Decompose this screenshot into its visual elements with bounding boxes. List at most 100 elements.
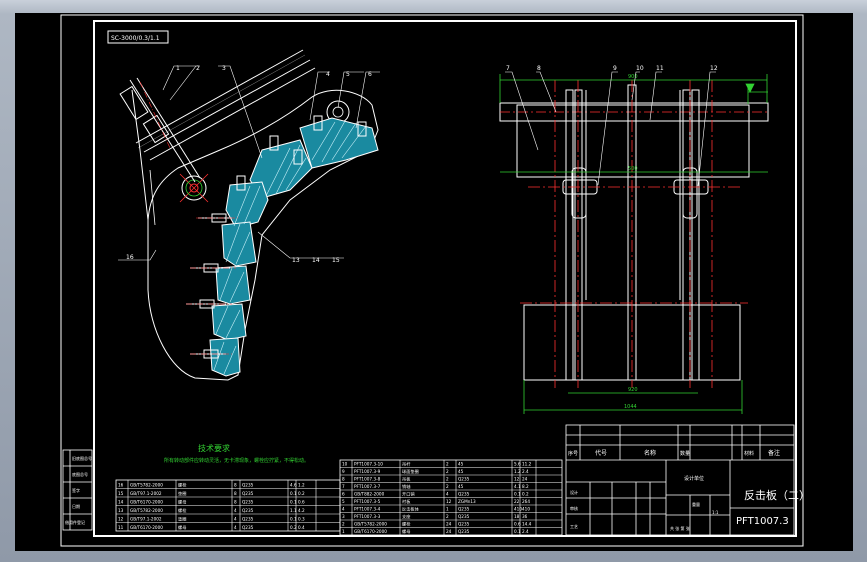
bom-cell: 410 <box>522 507 530 512</box>
bom-cell: Q235 <box>242 500 254 505</box>
drawing-canvas <box>15 13 853 551</box>
bom-cell: 0.1 <box>514 492 521 497</box>
bom-cell: 8 <box>234 500 237 505</box>
dim-bottom-outer: 1044 <box>624 404 637 410</box>
bom-cell: Q235 <box>458 507 470 512</box>
callout-4: 4 <box>326 71 330 78</box>
bom-cell: 0.6 <box>514 522 521 527</box>
bom-cell: PFT1007.3-8 <box>354 477 381 482</box>
svg-text:签字: 签字 <box>72 487 80 493</box>
bom-cell: 8 <box>342 477 345 482</box>
liner-plate <box>209 337 241 377</box>
bom-cell: GB/T6170-2000 <box>130 500 163 505</box>
bom-cell: PFT1007.3-9 <box>354 469 381 474</box>
svg-text:共 张 第 张: 共 张 第 张 <box>670 525 690 531</box>
bom-cell: Q235 <box>242 483 254 488</box>
bom-cell: 15 <box>118 491 124 496</box>
bom-cell: 6 <box>342 492 345 497</box>
bom-cell: Q235 <box>242 491 254 496</box>
notes-title: 技术要求 <box>198 443 230 453</box>
bom-cell: 2 <box>446 484 449 489</box>
bom-cell: 24 <box>446 522 452 527</box>
svg-text:备注: 备注 <box>768 449 780 457</box>
bom-cell: 0.2 <box>298 491 305 496</box>
bom-cell: Q235 <box>458 514 470 519</box>
bom-cell: 螺栓 <box>178 507 187 514</box>
bom-cell: Q235 <box>458 529 470 534</box>
bom-cell: 8 <box>234 483 237 488</box>
bom-cell: 264 <box>522 499 530 504</box>
bom-cell: 螺母 <box>178 524 186 531</box>
callout-9: 9 <box>613 65 617 72</box>
bom-cell: 0.1 <box>290 517 297 522</box>
bom-cell: 1 <box>446 507 449 512</box>
callout-16: 16 <box>126 254 134 261</box>
bom-cell: 螺栓 <box>402 521 411 528</box>
bom-cell: Q235 <box>242 508 254 513</box>
bom-cell: 0.1 <box>290 491 297 496</box>
svg-text:代号: 代号 <box>595 449 607 457</box>
bom-cell: 5 <box>342 499 345 504</box>
dim-top: 900 <box>628 74 638 80</box>
dim-bottom-inner: 920 <box>628 387 638 393</box>
notes-text: 所有转动部件应转动灵活，无卡滞现象，螺栓应拧紧，不得松动。 <box>164 457 309 464</box>
bom-cell: GB/T5782-2000 <box>130 483 163 488</box>
svg-text:数量: 数量 <box>680 450 690 457</box>
bom-cell: 4 <box>234 517 237 522</box>
callout-15: 13 <box>292 257 300 264</box>
bom-cell: 24 <box>522 477 528 482</box>
bom-cell: 1 <box>342 529 345 534</box>
bom-cell: 垫圈 <box>178 516 186 523</box>
svg-text:设计单位: 设计单位 <box>684 475 704 482</box>
callout-1: 1 <box>176 65 180 72</box>
bom-cell: 2.4 <box>522 469 529 474</box>
bom-cell: 吊板 <box>402 476 411 483</box>
bom-cell: 螺母 <box>402 528 410 535</box>
bom-cell: 4.1 <box>514 484 521 489</box>
bom-cell: 18 <box>514 514 520 519</box>
bom-cell: GB/T97.1-2002 <box>130 517 162 522</box>
bom-cell: 开口销 <box>402 491 415 498</box>
bom-cell: ZGMn13 <box>458 499 476 504</box>
bom-cell: 0.2 <box>522 492 529 497</box>
bom-cell: 2 <box>342 522 345 527</box>
bom-cell: 8 <box>234 491 237 496</box>
callout-3: 3 <box>222 65 226 72</box>
callout-14: 14 <box>312 257 320 264</box>
bom-cell: 10 <box>342 462 348 467</box>
liner-plate <box>211 303 247 341</box>
callout-5: 5 <box>346 71 350 78</box>
bom-cell: 45 <box>458 484 464 489</box>
bom-cell: 2 <box>446 462 449 467</box>
bom-cell: Q235 <box>458 477 470 482</box>
svg-text:1:1: 1:1 <box>712 510 719 515</box>
bom-cell: 22 <box>514 499 520 504</box>
bom-cell: 3 <box>342 514 345 519</box>
bom-cell: 16 <box>118 483 124 488</box>
bom-cell: 1.1 <box>290 508 297 513</box>
bom-cell: 0.6 <box>298 500 305 505</box>
bom-cell: 4 <box>446 492 449 497</box>
bom-cell: 0.4 <box>298 525 305 530</box>
bom-cell: PFT1007.3-3 <box>354 514 381 519</box>
bom-cell: Q235 <box>458 522 470 527</box>
bom-cell: GB/T6170-2000 <box>354 529 387 534</box>
bom-cell: Q235 <box>242 525 254 530</box>
bom-cell: Q235 <box>458 492 470 497</box>
bom-cell: 12 <box>118 517 124 522</box>
bom-cell: 1.2 <box>298 483 305 488</box>
callout-12: 12 <box>710 65 718 72</box>
bom-cell: 0.1 <box>290 500 297 505</box>
bom-cell: 4.2 <box>298 508 305 513</box>
bom-cell: PFT1007.3-5 <box>354 499 381 504</box>
svg-text:旧底图总号: 旧底图总号 <box>72 455 92 461</box>
bom-cell: 0.1 <box>514 529 521 534</box>
bom-cell: 螺栓 <box>178 482 187 489</box>
cad-viewport[interactable]: SC-3000/0.3/1.1 1 2 3 4 5 6 16 13 14 15 … <box>0 0 867 562</box>
bom-cell: 反击板体 <box>402 506 420 513</box>
dim-mid: 500 <box>628 166 638 172</box>
callout-6: 6 <box>368 71 372 78</box>
bom-cell: GB/T882-2000 <box>354 492 385 497</box>
bom-cell: 9 <box>342 469 345 474</box>
svg-text:名称: 名称 <box>644 449 656 457</box>
